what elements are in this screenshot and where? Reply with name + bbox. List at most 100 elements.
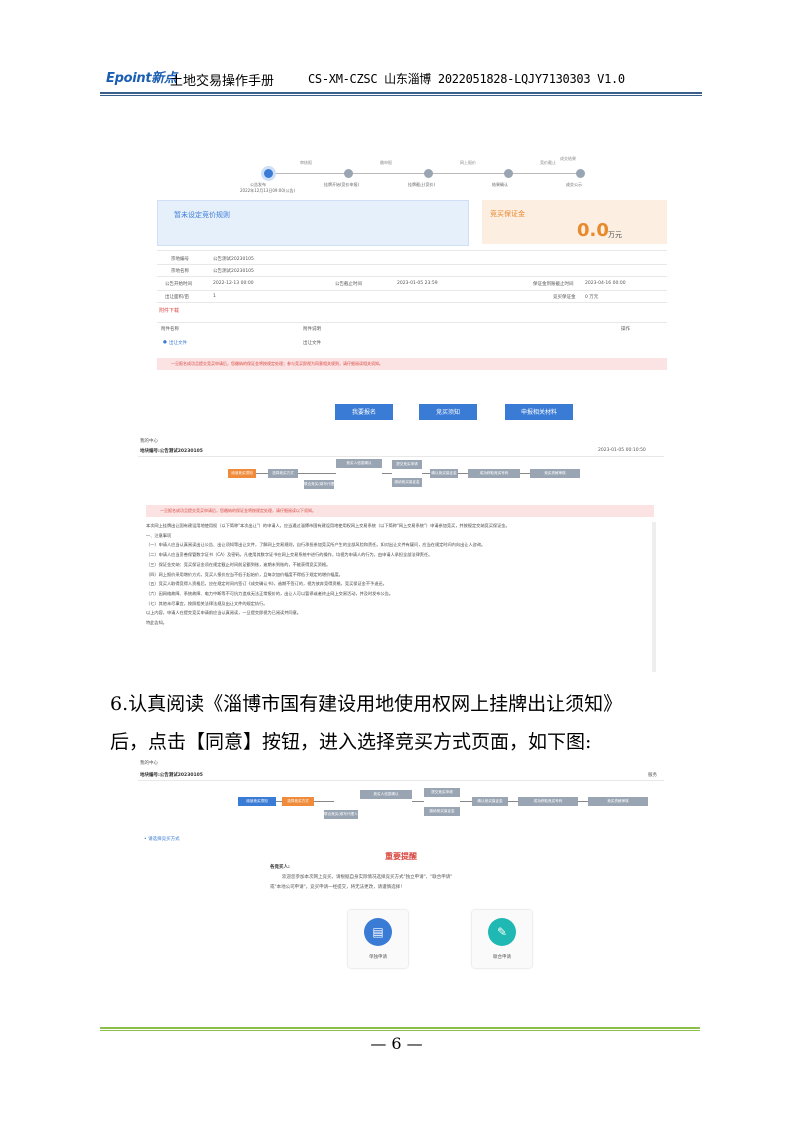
single-apply-option[interactable]: ▤ 单独申请 — [348, 910, 408, 968]
attachment-col-name: 附件名称 — [161, 327, 179, 332]
attachment-file-link[interactable]: 出让文件 — [169, 340, 187, 346]
step-sub: 挂牌截止(竞价) — [408, 182, 436, 187]
page-header: Epoint新点 土地交易操作手册 CS-XM-CZSC 山东淄博 202205… — [100, 66, 702, 92]
greeting: 各竞买人: — [270, 865, 290, 870]
land-name: 地块编号:公告测试20230105 — [140, 773, 203, 778]
screenshot-choose-bid-method: 我的中心 地块编号:公告测试20230105 服务 阅读竞买须知 选择竞买方式 … — [138, 760, 664, 990]
flow-connector — [382, 473, 392, 474]
flow-step: 竞买资格审核 — [588, 797, 648, 806]
flow-step: 联合竞买(填写代理人) — [324, 810, 358, 819]
attachment-col-desc: 附件说明 — [303, 327, 321, 332]
bid-rule-panel: 暂未设定竞价规则 — [157, 200, 469, 246]
submit-materials-button[interactable]: 申报相关材料 — [505, 404, 573, 420]
field-label: 保证金到账截止时间 — [533, 282, 574, 287]
bid-notice-button[interactable]: 竞买须知 — [419, 404, 477, 420]
instruction-line-2: 后，点击【同意】按钮，进入选择竞买方式页面，如下图: — [110, 731, 592, 753]
breadcrumb[interactable]: 我的中心 — [140, 438, 158, 444]
field-label: 公告截止时间 — [335, 282, 362, 287]
attachment-col-op: 操作 — [621, 327, 630, 332]
footer-divider-thin — [100, 1030, 700, 1031]
step-dot-2 — [344, 169, 353, 178]
header-divider-thin — [100, 95, 702, 96]
step-label: 网上报价 — [460, 160, 476, 165]
joint-apply-option[interactable]: ✎ 联合申请 — [472, 910, 532, 968]
flow-step: 提交竞买申请 — [424, 788, 460, 797]
step-label: 审核报 — [300, 160, 312, 165]
step-dot-4 — [504, 169, 513, 178]
section-title: • 请选择竞买方式 — [144, 837, 180, 842]
warning-banner: 一旦报名成功且提交竞买申请后，您缴纳的保证金将按规定处理；参与竞买即视为同意相关… — [157, 358, 667, 370]
manual-title: 土地交易操作手册 — [170, 74, 275, 89]
field-label: 宗地名称 — [171, 269, 189, 274]
flow-step: 竞买人信息确认 — [336, 459, 382, 468]
step-sub: 挂牌开始(竞价申报) — [324, 182, 360, 187]
important-reminder-title: 重要提醒 — [385, 852, 417, 861]
flow-step: 提交竞买申请 — [392, 460, 422, 469]
epoint-logo: Epoint新点 — [106, 71, 177, 86]
progress-steps: 审核报 缴申报 网上报价 竞价截止 成交结果 公告发布 挂牌开始(竞价申报) 挂… — [240, 156, 585, 200]
field-value: 公告测试20230105 — [213, 269, 254, 274]
document-icon: ▤ — [364, 918, 392, 946]
notice-line: （六）因网络故障、系统故障、电力中断等不可抗力造成无法正常报价的，出让人可以暂停… — [146, 590, 394, 596]
notice-line: （五）竞买人取得竞得人资格后，应在规定时间内签订《成交确认书》，逾期不签订的，视… — [146, 581, 387, 587]
flow-connector — [460, 801, 472, 802]
screenshot-land-detail: 审核报 缴申报 网上报价 竞价截止 成交结果 公告发布 挂牌开始(竞价申报) 挂… — [145, 150, 667, 435]
flow-connector — [314, 801, 334, 802]
flow-connector — [256, 473, 268, 474]
step-dot-1 — [264, 169, 273, 178]
instruction-line-1: 6.认真阅读《淄博市国有建设用地使用权网上挂牌出让须知》 — [110, 693, 623, 715]
flow-step-read: 阅读竞买须知 — [228, 469, 256, 478]
flow-connector — [412, 801, 424, 802]
row-divider — [157, 264, 667, 265]
field-value: 1 — [213, 294, 216, 299]
step-sub: 结果确认 — [492, 182, 508, 187]
flow-step-choose: 选择竞买方式 — [282, 797, 314, 806]
register-button[interactable]: 我要报名 — [335, 404, 393, 420]
flow-step: 缴纳竞买保证金 — [424, 807, 460, 816]
flow-step: 成功获取竞买号码 — [468, 469, 520, 478]
row-divider — [157, 290, 667, 291]
document-code: CS-XM-CZSC 山东淄博 2022051828-LQJY7130303 V… — [308, 72, 625, 86]
flow-connector — [520, 473, 530, 474]
notice-scrollbar[interactable] — [652, 522, 656, 672]
notice-line: （四）网上报价采用增价方式，竞买人报价应当不低于起始价，且每次加价幅度不得低于规… — [146, 571, 343, 577]
field-value: 0 万元 — [585, 295, 599, 300]
flow-step: 成功获取竞买号码 — [518, 797, 578, 806]
edit-glyph: ✎ — [496, 925, 508, 939]
flow-step-read: 阅读竞买须知 — [238, 797, 276, 806]
notice-line: （一）申请人应当认真阅读出让公告、出让须知等出让文件，了解网上交易规则，自行承担… — [146, 542, 486, 548]
row-divider — [157, 250, 667, 251]
field-value: 公告测试20230105 — [213, 257, 254, 262]
bid-rule-title: 暂未设定竞价规则 — [174, 211, 230, 219]
row-divider — [138, 780, 664, 781]
deposit-unit: 万元 — [608, 231, 622, 239]
notice-line: （三）保证金交纳：竞买保证金须在规定截止时间前足额到账，逾期未到账的，不能获得竞… — [146, 561, 331, 567]
notice-line: 本次网上挂牌出让国有建设用地使用权（以下简称"本次出让"）的申请人，应当通过淄博… — [146, 523, 510, 528]
notice-line: 特此告知。 — [146, 620, 167, 626]
reminder-line-1: 欢迎您参加本次网上竞买。请根据自身实际情况选择竞买方式"独立申请"、"联合申请" — [282, 875, 453, 880]
flow-connector — [578, 801, 588, 802]
step-label: 成交结果 — [560, 156, 576, 161]
edit-icon: ✎ — [488, 918, 516, 946]
row-divider — [138, 456, 664, 457]
deposit-panel: 竞买保证金 0.0 万元 — [482, 200, 667, 244]
flow-step: 缴纳竞买保证金 — [392, 478, 422, 487]
screenshot-notice: 我的中心 地块编号:公告测试20230105 2023-01-05 00:10:… — [138, 438, 664, 683]
field-value: 2022-12-13 00:00 — [213, 281, 254, 286]
field-label: 竞买保证金 — [553, 295, 576, 300]
bid-notice-text: 本次网上挂牌出让国有建设用地使用权（以下简称"本次出让"）的申请人，应当通过淄博… — [146, 521, 654, 628]
notice-line: 以上内容，申请人在提交竞买申请前应当认真阅读，一旦提交即视为已阅读并同意。 — [146, 610, 301, 616]
joint-apply-label: 联合申请 — [493, 955, 511, 960]
attachment-desc: 出让文件 — [303, 341, 321, 346]
flow-step: 选择竞买方式 — [268, 469, 298, 478]
right-link[interactable]: 服务 — [648, 772, 657, 778]
step-dot-3 — [424, 169, 433, 178]
warning-banner: 一旦报名成功且提交竞买申请后，您缴纳的保证金将按规定处理，请仔细阅读以下须知。 — [146, 505, 654, 517]
single-apply-label: 单独申请 — [369, 955, 387, 960]
breadcrumb[interactable]: 我的中心 — [140, 760, 158, 766]
attachment-title: 附件下载 — [159, 308, 180, 314]
step-label: 竞价截止 — [540, 160, 556, 165]
file-icon: ● — [163, 340, 167, 345]
flow-connector — [508, 801, 518, 802]
reminder-line-2: 或"本地公司申请"，竞买申请一经提交，将无法更改，请谨慎选择！ — [270, 885, 405, 890]
